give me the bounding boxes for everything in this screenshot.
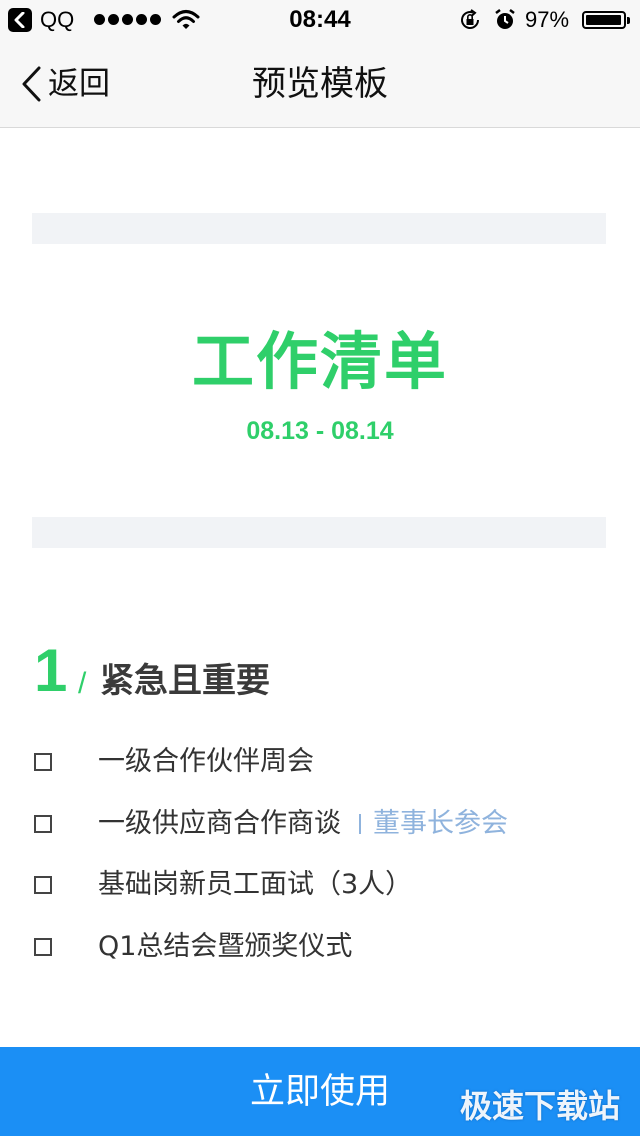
task-label: 一级合作伙伴周会 — [98, 746, 314, 777]
watermark-text: 极速下载站 — [459, 1087, 620, 1125]
note-separator — [359, 814, 361, 834]
section-slash: / — [78, 667, 87, 700]
decorative-band-top — [32, 213, 606, 244]
task-label: 一级供应商合作商谈 — [98, 808, 341, 839]
document-date-range: 08.13 - 08.14 — [246, 417, 394, 445]
document-title: 工作清单 — [191, 325, 448, 398]
task-item: 一级合作伙伴周会 — [34, 742, 314, 782]
task-item: 一级供应商合作商谈 董事长参会 — [34, 804, 508, 844]
orientation-lock-icon — [458, 8, 482, 36]
decorative-band-bottom — [32, 517, 606, 548]
status-bar: QQ 08:44 97% — [0, 0, 640, 40]
battery-fill — [586, 15, 621, 25]
checkbox-icon — [34, 815, 52, 833]
checkbox-icon — [34, 938, 52, 956]
task-item: 基础岗新员工面试（3人） — [34, 865, 412, 905]
alarm-icon — [493, 8, 517, 36]
section-title: 紧急且重要 — [100, 661, 270, 701]
battery-icon — [582, 11, 630, 29]
checkbox-icon — [34, 753, 52, 771]
nav-bar: 返回 预览模板 — [0, 40, 640, 128]
page-title: 预览模板 — [252, 64, 388, 104]
task-item: Q1总结会暨颁奖仪式 — [34, 927, 352, 967]
battery-percent: 97% — [525, 7, 570, 32]
section-number: 1 — [34, 637, 68, 704]
task-label: 基础岗新员工面试（3人） — [98, 869, 413, 900]
checkbox-icon — [34, 876, 52, 894]
task-note: 董事长参会 — [373, 808, 508, 839]
task-label: Q1总结会暨颁奖仪式 — [98, 931, 353, 962]
